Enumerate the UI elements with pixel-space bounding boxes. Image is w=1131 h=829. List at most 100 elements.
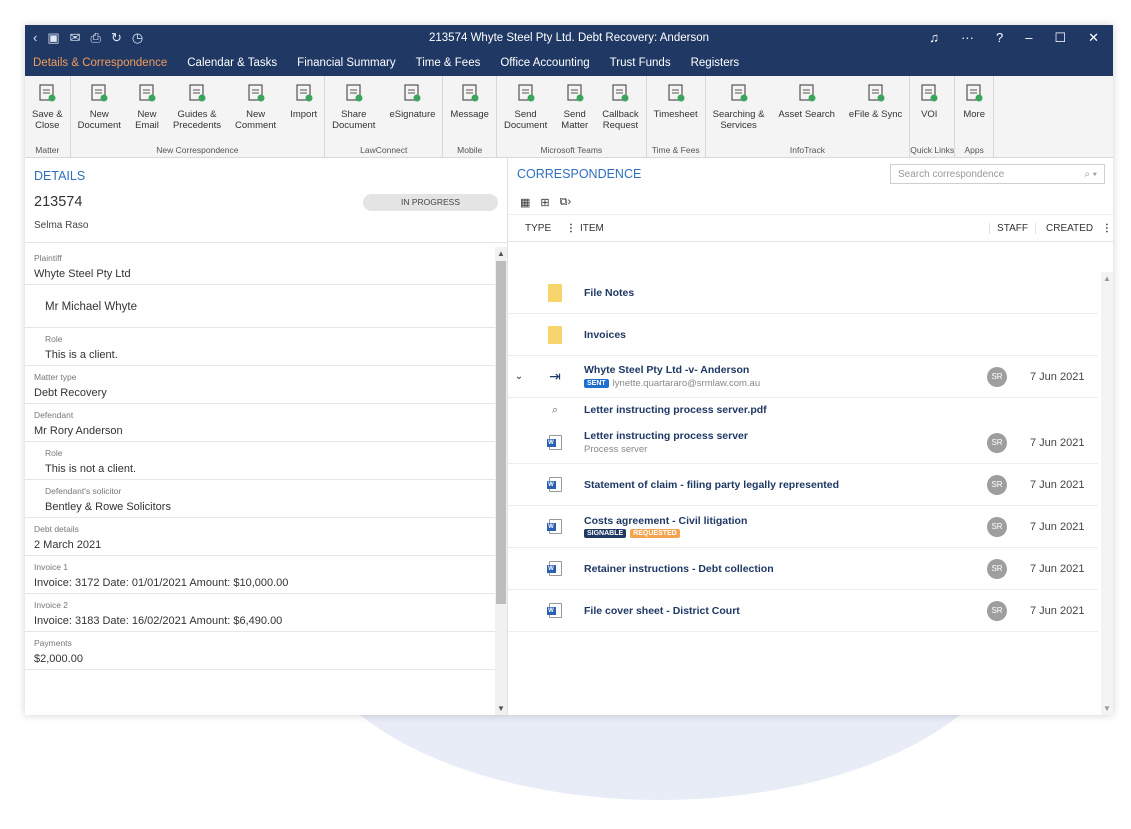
item-title[interactable]: File cover sheet - District Court [584,605,974,617]
created-date: 7 Jun 2021 [1030,436,1085,449]
ribbon-group-label: New Correspondence [156,145,239,155]
correspondence-row[interactable]: ⌕ Letter instructing process server.pdf [508,398,1098,422]
item-title[interactable]: Letter instructing process server [584,430,974,442]
send-matter-icon [563,82,587,104]
column-created[interactable]: CREATED ⋮ [1035,222,1113,234]
item-title[interactable]: Letter instructing process server.pdf [584,404,974,416]
history-icon[interactable]: ◷ [132,30,143,46]
search-input[interactable]: Search correspondence ⌕ ▾ [890,164,1105,184]
item-title[interactable]: Statement of claim - filing party legall… [584,479,974,491]
correspondence-row[interactable]: ⌄ ⇥ Whyte Steel Pty Ltd -v- Anderson SENT ly… [508,356,1098,398]
tab-details-correspondence[interactable]: Details & Correspondence [33,57,167,69]
field-label: Role [45,448,63,458]
refresh-icon[interactable]: ↻ [111,30,122,46]
ribbon-button[interactable]: New Document [71,82,128,131]
chevron-down-icon[interactable]: ⌄ [508,371,530,382]
created-date: 7 Jun 2021 [1030,520,1085,533]
correspondence-row[interactable]: Costs agreement - Civil litigation SIGNAB… [508,506,1098,548]
correspondence-header: TYPE ⋮ ITEM STAFF CREATED ⋮ [508,214,1113,242]
item-title[interactable]: Costs agreement - Civil litigation [584,515,974,527]
correspondence-panel: CORRESPONDENCE Search correspondence ⌕ ▾… [508,158,1113,715]
detail-field[interactable]: Mr Michael Whyte [25,285,495,328]
field-value: This is a client. [45,349,118,361]
column-menu-icon[interactable]: ⋮ [566,223,576,234]
ribbon-button[interactable]: Send Document [497,82,554,131]
tab-financial-summary[interactable]: Financial Summary [297,57,395,69]
ribbon-button[interactable]: Guides & Precedents [166,82,228,131]
ribbon-button[interactable]: Send Matter [554,82,595,131]
print-icon[interactable]: ⎙ [91,30,101,46]
correspondence-row[interactable]: Retainer instructions - Debt collection S… [508,548,1098,590]
correspondence-row[interactable]: File cover sheet - District Court SR 7 Jun… [508,590,1098,632]
tab-office-accounting[interactable]: Office Accounting [500,57,589,69]
item-title[interactable]: Invoices [584,329,974,341]
correspondence-scrollbar[interactable]: ▲ ▼ [1101,272,1113,715]
scroll-up-icon[interactable]: ▲ [497,249,505,258]
tab-registers[interactable]: Registers [691,57,740,69]
correspondence-row[interactable]: Letter instructing process server Process… [508,422,1098,464]
attachment-icon: ⌕ [551,403,559,416]
correspondence-row[interactable]: Statement of claim - filing party legall… [508,464,1098,506]
scroll-thumb[interactable] [496,261,506,604]
detail-field[interactable]: Invoice 1 Invoice: 3172 Date: 01/01/2021 … [25,556,495,594]
ribbon-button[interactable]: VOI [910,82,948,120]
message-icon [458,82,482,104]
view-icon[interactable]: ▦ [520,196,530,209]
ribbon-button[interactable]: Searching & Services [706,82,772,131]
list-scroll-up-icon[interactable]: ▲ [1103,274,1111,283]
avatar: SR [987,474,1007,495]
back-icon[interactable]: ‹ [33,30,37,45]
item-title[interactable]: File Notes [584,287,974,299]
notification-icon[interactable]: ♫ [929,30,939,45]
ribbon-button[interactable]: Timesheet [647,82,705,120]
details-scrollbar[interactable]: ▲ ▼ [495,247,507,715]
correspondence-row[interactable]: File Notes [508,272,1098,314]
ribbon-button[interactable]: Asset Search [771,82,842,120]
maximize-icon[interactable]: ☐ [1054,30,1066,46]
tab-calendar-tasks[interactable]: Calendar & Tasks [187,57,277,69]
column-type[interactable]: TYPE [508,223,566,234]
ribbon-button[interactable]: Import [283,82,324,120]
ribbon-button[interactable]: eFile & Sync [842,82,909,120]
detail-field[interactable]: Defendant's solicitor Bentley & Rowe Soli… [25,480,495,518]
tab-trust-funds[interactable]: Trust Funds [610,57,671,69]
tab-time-fees[interactable]: Time & Fees [416,57,481,69]
list-scroll-down-icon[interactable]: ▼ [1103,704,1111,713]
detail-field[interactable]: Role This is not a client. [25,442,495,480]
item-title[interactable]: Whyte Steel Pty Ltd -v- Anderson [584,364,974,376]
more-options-icon[interactable]: ··· [961,30,974,45]
close-icon[interactable]: ✕ [1088,30,1099,46]
column-item[interactable]: ITEM [576,223,989,234]
search-icon[interactable]: ⌕ ▾ [1084,169,1097,180]
detail-field[interactable]: Matter type Debt Recovery [25,366,495,404]
ribbon-button[interactable]: eSignature [382,82,442,120]
detail-field[interactable]: Plaintiff Whyte Steel Pty Ltd [25,247,495,285]
ribbon-button[interactable]: New Comment [228,82,283,131]
ribbon-button[interactable]: More [955,82,993,120]
ribbon-button[interactable]: Save & Close [25,82,70,131]
column-options-icon[interactable]: ⋮ [1102,223,1112,234]
detail-field[interactable]: Debt details 2 March 2021 [25,518,495,556]
move-icon[interactable]: ⧉› [560,196,572,209]
detail-field[interactable]: Role This is a client. [25,328,495,366]
status-badge: SENT [584,379,609,388]
item-title[interactable]: Retainer instructions - Debt collection [584,563,974,575]
matter-icon[interactable]: ▣ [47,30,59,46]
detail-field[interactable]: Defendant Mr Rory Anderson [25,404,495,442]
ribbon-button[interactable]: Callback Request [595,82,645,131]
detail-field[interactable]: Payments $2,000.00 [25,632,495,670]
ribbon-button[interactable]: Share Document [325,82,382,131]
status-badge[interactable]: IN PROGRESS [363,193,498,211]
help-icon[interactable]: ? [996,30,1003,45]
title-bar: ‹ ▣ ✉ ⎙ ↻ ◷ 213574 Whyte Steel Pty Ltd. … [25,25,1113,50]
add-folder-icon[interactable]: ⊞ [540,196,549,209]
ribbon-button[interactable]: Message [443,82,496,120]
scroll-down-icon[interactable]: ▼ [497,704,505,713]
minimize-icon[interactable]: – [1025,30,1032,45]
mail-icon[interactable]: ✉ [70,30,81,46]
ribbon-button-label: Send Matter [561,109,589,131]
detail-field[interactable]: Invoice 2 Invoice: 3183 Date: 16/02/2021 … [25,594,495,632]
ribbon-button[interactable]: New Email [128,82,166,131]
correspondence-row[interactable]: Invoices [508,314,1098,356]
column-staff[interactable]: STAFF [989,222,1035,234]
